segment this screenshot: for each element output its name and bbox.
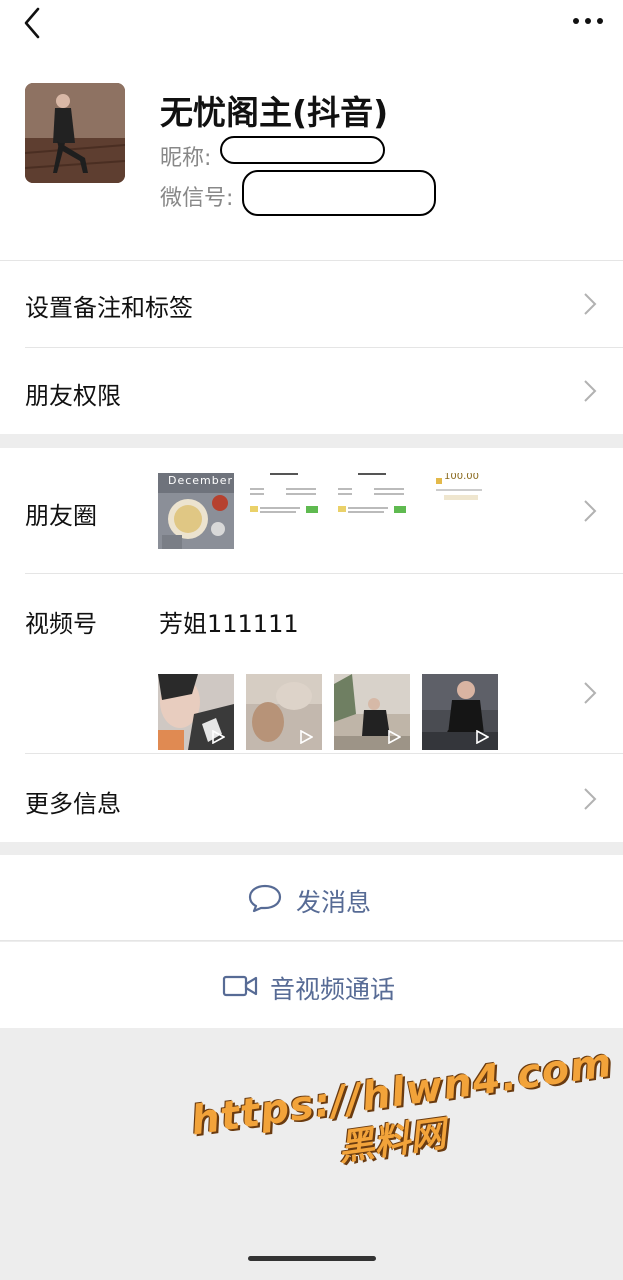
moments-label: 朋友圈 xyxy=(25,502,97,530)
nickname-redacted-box xyxy=(220,136,385,164)
channels-label: 视频号 xyxy=(25,610,97,638)
channels-video-thumb-1[interactable] xyxy=(158,674,234,750)
moments-thumb-food: December xyxy=(158,473,234,549)
channels-video-thumb-3[interactable] xyxy=(334,674,410,750)
permission-row[interactable]: 朋友权限 xyxy=(0,348,623,434)
moments-row[interactable]: 朋友圈 December 100.00 xyxy=(0,448,623,574)
remark-row[interactable]: 设置备注和标签 xyxy=(0,260,623,348)
row-divider xyxy=(0,260,623,261)
channels-row[interactable]: 视频号 芳姐111111 xyxy=(0,574,623,754)
channels-account-name: 芳姐111111 xyxy=(159,610,299,638)
more-dots-icon[interactable] xyxy=(571,12,605,30)
more-info-row[interactable]: 更多信息 xyxy=(0,754,623,842)
moments-thumb-price: 100.00 xyxy=(444,473,479,482)
send-message-button[interactable]: 发消息 xyxy=(0,855,623,941)
video-call-label: 音视频通话 xyxy=(270,975,396,1004)
moments-thumb-screenshot-2 xyxy=(334,473,410,549)
video-camera-icon xyxy=(222,975,258,997)
play-icon xyxy=(212,730,225,744)
remark-label: 设置备注和标签 xyxy=(25,294,193,322)
moments-thumb-caption: December xyxy=(168,474,234,487)
profile-name: 无忧阁主(抖音) xyxy=(160,93,389,132)
nickname-label: 昵称: xyxy=(160,146,212,171)
avatar[interactable] xyxy=(25,83,125,183)
back-chevron-icon[interactable] xyxy=(20,6,44,40)
play-icon xyxy=(476,730,489,744)
top-bar xyxy=(0,0,623,60)
moments-thumb-screenshot-1 xyxy=(246,473,322,549)
chat-bubble-icon xyxy=(248,884,282,913)
wechat-id-label: 微信号: xyxy=(160,186,234,211)
chevron-right-icon xyxy=(584,293,597,315)
chevron-right-icon xyxy=(584,500,597,522)
profile-card: 无忧阁主(抖音) 昵称: 微信号: xyxy=(0,60,623,260)
send-message-label: 发消息 xyxy=(296,888,372,917)
chevron-right-icon xyxy=(584,380,597,402)
play-icon xyxy=(388,730,401,744)
play-icon xyxy=(300,730,313,744)
row-divider xyxy=(0,940,623,941)
channels-video-thumb-4[interactable] xyxy=(422,674,498,750)
home-indicator[interactable] xyxy=(248,1256,376,1261)
more-info-label: 更多信息 xyxy=(25,790,121,818)
moments-thumb-payment: 100.00 xyxy=(422,473,498,549)
permission-label: 朋友权限 xyxy=(25,382,121,410)
watermark: https://hlwn4.com 黑料网 xyxy=(188,1040,615,1226)
channels-video-thumb-2[interactable] xyxy=(246,674,322,750)
wechat-id-redacted-box xyxy=(242,170,436,216)
video-call-button[interactable]: 音视频通话 xyxy=(0,942,623,1028)
chevron-right-icon xyxy=(584,788,597,810)
chevron-right-icon xyxy=(584,682,597,704)
